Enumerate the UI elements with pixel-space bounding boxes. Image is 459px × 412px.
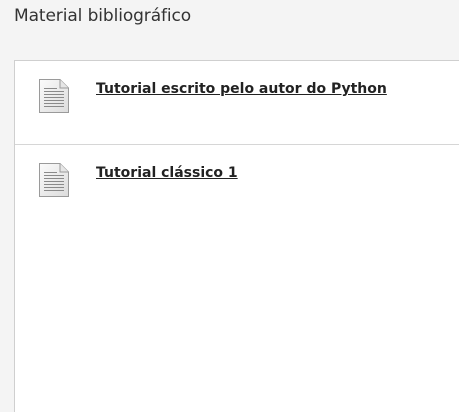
list-item: Tutorial escrito pelo autor do Python	[15, 61, 459, 145]
list-item: Tutorial clássico 1	[15, 145, 459, 229]
content-list: Tutorial escrito pelo autor do Python Tu…	[14, 60, 459, 412]
document-link[interactable]: Tutorial clássico 1	[96, 165, 238, 181]
document-link[interactable]: Tutorial escrito pelo autor do Python	[96, 81, 387, 97]
content-page: Material bibliográfico Tutorial escrito …	[0, 0, 459, 412]
document-icon	[38, 78, 70, 114]
document-icon	[38, 162, 70, 198]
page-title: Material bibliográfico	[14, 6, 192, 26]
